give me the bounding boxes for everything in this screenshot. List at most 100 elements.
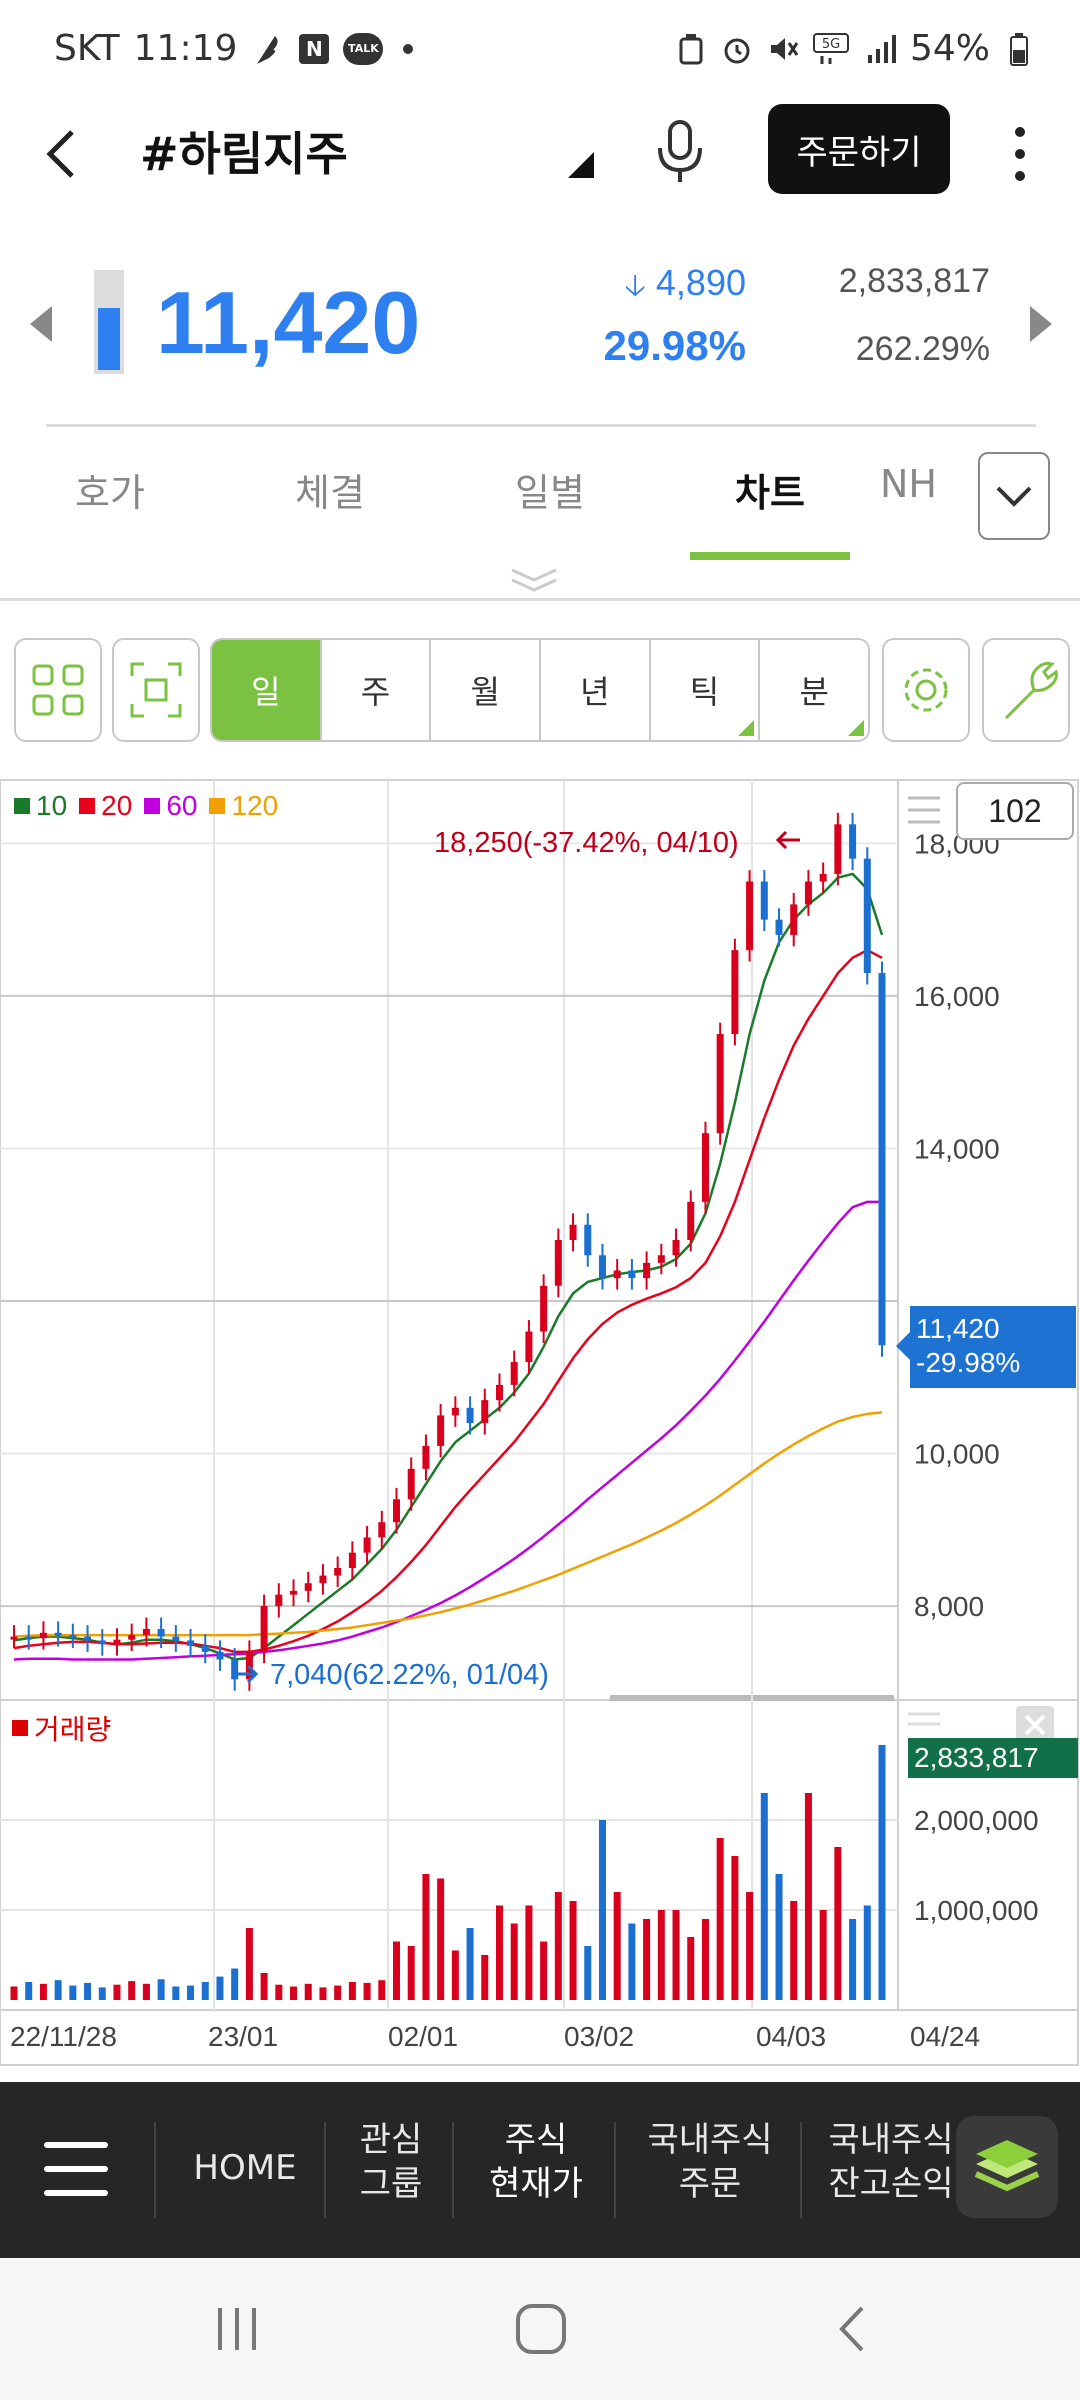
candle-body — [525, 1331, 533, 1363]
candle-body — [672, 1240, 680, 1256]
candle-body — [290, 1590, 298, 1595]
candle-body — [584, 1224, 592, 1256]
dropdown-icon[interactable] — [568, 152, 594, 178]
tab-hoga[interactable]: 호가 — [30, 462, 190, 517]
nav-home[interactable]: HOME — [170, 2146, 320, 2190]
candle-body — [540, 1285, 548, 1332]
candle-count-input[interactable]: 102 — [956, 782, 1074, 840]
candle-body — [39, 1632, 47, 1639]
price-change-value: 4,890 — [655, 262, 746, 303]
double-chevron-icon[interactable] — [506, 566, 562, 600]
date-axis-label: 03/02 — [564, 2021, 634, 2052]
wrench-icon — [1004, 661, 1058, 720]
volume-bar — [584, 1946, 592, 2000]
fullscreen-button[interactable] — [112, 638, 200, 742]
back-nav-icon[interactable] — [826, 2302, 876, 2360]
candle-body — [113, 1639, 121, 1645]
candle-body — [746, 881, 754, 951]
nav-watch-group[interactable]: 관심 그룹 — [336, 2118, 446, 2206]
volume-bar — [495, 1905, 503, 2000]
system-navigation — [0, 2258, 1080, 2400]
volume-bar — [54, 1980, 62, 2000]
next-stock-icon[interactable] — [1030, 306, 1052, 342]
more-icon[interactable] — [1000, 120, 1040, 190]
tab-daily[interactable]: 일별 — [470, 462, 630, 517]
candle-body — [378, 1522, 386, 1538]
candle-body — [790, 904, 798, 935]
screen: { "status_bar": { "carrier": "SKT", "tim… — [0, 0, 1080, 2400]
period-year[interactable]: 년 — [541, 640, 651, 740]
divider — [46, 424, 1036, 427]
chart-svg[interactable]: 18,00016,00014,00010,0008,0002,000,0001,… — [0, 778, 1080, 2068]
period-tick[interactable]: 틱 — [651, 640, 761, 740]
nav-stock-price[interactable]: 주식 현재가 — [466, 2118, 606, 2206]
chart-legend: 10 20 60 120 — [14, 790, 278, 822]
volume-bar — [569, 1901, 577, 2000]
volume-bar — [466, 1928, 474, 2000]
volume-bar — [128, 1981, 136, 2000]
candle-body — [54, 1632, 62, 1636]
grid-layout-button[interactable] — [14, 638, 102, 742]
period-week[interactable]: 주 — [322, 640, 432, 740]
price-gauge-fill — [98, 308, 120, 370]
candle-body — [98, 1640, 106, 1645]
volume-bar — [84, 1982, 92, 2000]
candle-body — [731, 950, 739, 1035]
naver-badge-icon: N — [299, 33, 330, 64]
date-axis-label: 23/01 — [208, 2021, 278, 2052]
tab-trades[interactable]: 체결 — [250, 462, 410, 517]
dot-icon — [403, 43, 414, 54]
prev-stock-icon[interactable] — [30, 306, 52, 342]
nav-domestic-order[interactable]: 국내주식 주문 — [630, 2118, 790, 2206]
period-month[interactable]: 월 — [431, 640, 542, 740]
legend-swatch — [12, 1720, 28, 1736]
candle-body — [69, 1635, 77, 1639]
hamburger-icon[interactable] — [906, 792, 942, 832]
candle-body — [348, 1552, 356, 1568]
stock-title[interactable]: #하림지주 — [140, 118, 348, 184]
candle-body — [804, 881, 812, 905]
recent-apps-icon[interactable] — [212, 2304, 262, 2358]
settings-button[interactable] — [882, 638, 970, 742]
active-tab-indicator — [690, 552, 850, 560]
volume-bar — [672, 1910, 680, 2000]
stock-chart[interactable]: 18,000 16,000 14,000 10,000 8,000 2,000,000 1,… — [0, 778, 1080, 2068]
volume-bar — [878, 1744, 886, 2000]
menu-icon[interactable] — [44, 2142, 108, 2196]
mic-icon[interactable] — [650, 116, 710, 186]
layers-icon[interactable] — [956, 2116, 1058, 2218]
tab-chart[interactable]: 차트 — [690, 462, 850, 517]
volume-bar — [849, 1919, 857, 2000]
volume-bar — [804, 1793, 812, 2000]
candle-body — [187, 1640, 195, 1646]
period-minute[interactable]: 분 — [760, 640, 868, 740]
candle-body — [495, 1384, 503, 1401]
grid-icon — [32, 664, 84, 716]
volume-bar — [701, 1919, 709, 2000]
gear-icon — [904, 668, 948, 712]
volume-legend: 거래량 — [12, 1708, 111, 1748]
chevron-down-icon[interactable] — [978, 452, 1050, 540]
volume-bar — [554, 1892, 562, 2000]
volume-bar — [216, 1976, 224, 2000]
hamburger-icon[interactable] — [906, 1708, 942, 1742]
volume-bar — [69, 1985, 77, 2000]
volume-bar — [834, 1847, 842, 2000]
legend-item: 120 — [209, 790, 278, 822]
tools-button[interactable] — [982, 638, 1070, 742]
status-bar: SKT 11:19 N TALK 5G 54% — [0, 0, 1080, 100]
volume-bar — [437, 1878, 445, 2000]
current-price: 11,420 — [156, 273, 421, 372]
divider — [324, 2122, 326, 2218]
candle-body — [554, 1240, 562, 1286]
volume-bar — [39, 1983, 47, 2000]
candle-body — [216, 1651, 224, 1660]
candle-body — [128, 1635, 136, 1640]
tab-nh[interactable]: NH — [880, 462, 970, 506]
nav-domestic-balance[interactable]: 국내주식 잔고손익 — [816, 2118, 966, 2206]
volume-bar — [863, 1905, 871, 2000]
period-day[interactable]: 일 — [212, 640, 322, 740]
order-button[interactable]: 주문하기 — [768, 104, 950, 194]
home-icon[interactable] — [514, 2302, 568, 2360]
back-icon[interactable] — [36, 118, 96, 188]
